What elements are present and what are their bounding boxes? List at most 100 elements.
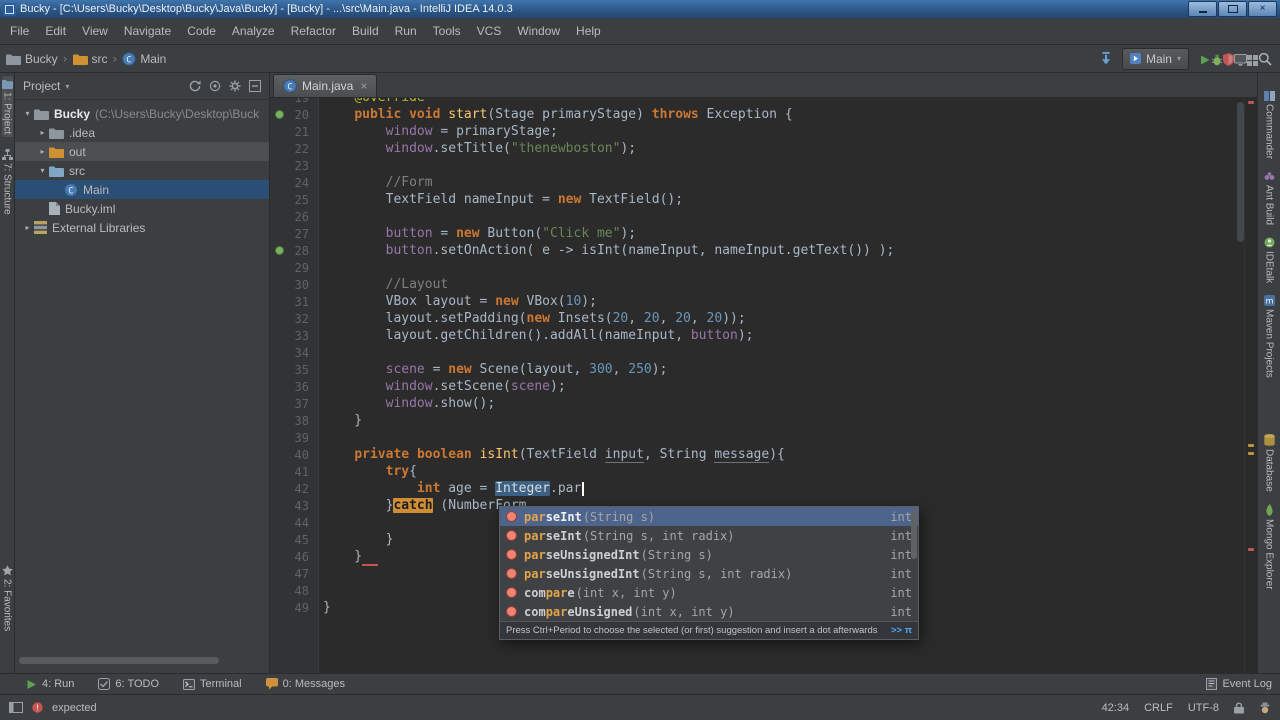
menu-item-run[interactable]: Run <box>387 20 425 42</box>
tool-button-0-messages[interactable]: 0: Messages <box>265 678 345 690</box>
completion-item-parseunsignedint[interactable]: parseUnsignedInt (String s, int radix) int <box>500 564 918 583</box>
tool-button-event-log[interactable]: Event Log <box>1206 678 1272 690</box>
menu-item-navigate[interactable]: Navigate <box>116 20 179 42</box>
gutter-marker-icon[interactable] <box>275 246 284 255</box>
menu-item-edit[interactable]: Edit <box>37 20 74 42</box>
tree-expanded-arrow-icon[interactable]: ▾ <box>21 109 34 118</box>
minimize-button[interactable] <box>1188 1 1217 17</box>
toolbar-button-debug-bug[interactable] <box>1211 54 1223 66</box>
tree-item-external-libraries[interactable]: ▸ External Libraries <box>15 218 269 237</box>
completion-item-parseunsignedint[interactable]: parseUnsignedInt (String s) int <box>500 545 918 564</box>
code-text: } <box>323 413 363 428</box>
editor-tab-bar: C Main.java × <box>270 73 1257 98</box>
menu-item-view[interactable]: View <box>74 20 116 42</box>
project-panel-title[interactable]: Project ▾ <box>23 79 69 93</box>
tree-item-idea[interactable]: ▸ .idea <box>15 123 269 142</box>
run-play-icon <box>1199 54 1211 66</box>
editor-tab-main-java[interactable]: C Main.java × <box>273 74 378 97</box>
line-ending-indicator[interactable]: CRLF <box>1144 702 1173 714</box>
menu-item-analyze[interactable]: Analyze <box>224 20 283 42</box>
tree-expanded-arrow-icon[interactable]: ▾ <box>36 166 49 175</box>
error-stripe[interactable] <box>1244 98 1257 673</box>
menu-item-vcs[interactable]: VCS <box>469 20 510 42</box>
gutter-marker-icon[interactable] <box>275 110 284 119</box>
line-number: 45 <box>294 532 309 547</box>
tree-item-bucky-iml[interactable]: Bucky.iml <box>15 199 269 218</box>
tool-button-mongo-explorer[interactable]: Mongo Explorer <box>1264 504 1275 590</box>
messages-icon <box>265 678 278 690</box>
menu-item-build[interactable]: Build <box>344 20 387 42</box>
toolbar-button-monitor[interactable] <box>1234 53 1247 66</box>
menu-item-help[interactable]: Help <box>568 20 609 42</box>
tool-button-maven-projects[interactable]: m Maven Projects <box>1263 295 1275 378</box>
project-panel-locate-button[interactable] <box>209 80 221 92</box>
completion-scrollbar[interactable] <box>911 509 917 559</box>
project-panel-refresh-button[interactable] <box>189 80 201 92</box>
toolbar-button-grid[interactable] <box>1247 54 1258 66</box>
code-line-36: 36 window.setScene(scene); <box>270 378 1257 395</box>
completion-item-parseint[interactable]: parseInt (String s) int <box>500 507 918 526</box>
tree-item-out[interactable]: ▸ out <box>15 142 269 161</box>
completion-item-compare[interactable]: compare (int x, int y) int <box>500 583 918 602</box>
close-button[interactable]: × <box>1248 1 1277 17</box>
tool-button-4-run[interactable]: 4: Run <box>26 678 74 690</box>
tree-item-bucky[interactable]: ▾ Bucky (C:\Users\Bucky\Desktop\Buck <box>15 104 269 123</box>
toolbar-button-search[interactable] <box>1258 52 1272 66</box>
toolbar-button-coverage[interactable] <box>1223 52 1234 66</box>
breadcrumb-item-main[interactable]: C Main <box>122 52 166 66</box>
tool-button-2-favorites[interactable]: 2: Favorites <box>2 565 13 631</box>
completion-return-type: int <box>890 604 912 619</box>
tool-button-label: Database <box>1263 449 1275 493</box>
completion-name: compare <box>524 585 575 600</box>
tree-item-main[interactable]: C Main <box>15 180 269 199</box>
editor-scrollbar[interactable] <box>1237 102 1244 242</box>
inspections-profile-icon[interactable] <box>1259 702 1271 714</box>
line-number: 24 <box>294 175 309 190</box>
tool-button-ant-build[interactable]: Ant Build <box>1264 171 1275 225</box>
completion-match: par <box>545 604 568 619</box>
gutter-line-46: 46 <box>270 550 318 564</box>
encoding-indicator[interactable]: UTF-8 <box>1188 702 1219 714</box>
project-panel-collapse-button[interactable] <box>249 80 261 92</box>
caret-position[interactable]: 42:34 <box>1102 702 1130 714</box>
folder-src-icon <box>49 165 64 177</box>
tree-collapsed-arrow-icon[interactable]: ▸ <box>36 128 49 137</box>
menu-item-code[interactable]: Code <box>179 20 224 42</box>
tool-button-7-structure[interactable]: 7: Structure <box>1 149 13 215</box>
tool-button-database[interactable]: Database <box>1264 434 1275 492</box>
gutter-line-27: 27 <box>270 227 318 241</box>
line-number: 31 <box>294 294 309 309</box>
completion-item-parseint[interactable]: parseInt (String s, int radix) int <box>500 526 918 545</box>
toolwindow-toggle-icon[interactable] <box>9 702 23 713</box>
project-horizontal-scrollbar[interactable] <box>19 657 219 664</box>
close-tab-icon[interactable]: × <box>360 79 367 93</box>
completion-popup: parseInt (String s) int parseInt (String s, … <box>499 506 919 640</box>
toolbar-button-vcs-update[interactable] <box>1100 52 1112 65</box>
gutter-line-31: 31 <box>270 295 318 309</box>
completion-hint-link[interactable]: >> π <box>885 625 912 636</box>
tool-button-idetalk[interactable]: IDEtalk <box>1264 237 1275 283</box>
breadcrumb-item-bucky[interactable]: Bucky <box>6 52 58 66</box>
tree-item-src[interactable]: ▾ src <box>15 161 269 180</box>
completion-item-compareunsigned[interactable]: compareUnsigned (int x, int y) int <box>500 602 918 621</box>
warning-mark[interactable] <box>1248 452 1254 455</box>
editor[interactable]: 19 @Override20 public void start(Stage p… <box>270 98 1257 673</box>
breadcrumb-item-src[interactable]: src <box>72 52 108 66</box>
tool-button-1-project[interactable]: 1: Project <box>1 76 13 138</box>
tree-collapsed-arrow-icon[interactable]: ▸ <box>36 147 49 156</box>
tree-collapsed-arrow-icon[interactable]: ▸ <box>21 223 34 232</box>
menu-item-tools[interactable]: Tools <box>425 20 469 42</box>
toolbar-button-run-play[interactable] <box>1199 54 1211 66</box>
tool-button-terminal[interactable]: Terminal <box>183 678 242 690</box>
menu-item-window[interactable]: Window <box>509 20 568 42</box>
menu-item-file[interactable]: File <box>2 20 37 42</box>
tool-button-commander[interactable]: Commander <box>1263 91 1275 159</box>
menu-item-refactor[interactable]: Refactor <box>283 20 344 42</box>
lock-icon[interactable] <box>1234 702 1244 714</box>
tool-button-6-todo[interactable]: 6: TODO <box>98 678 159 690</box>
error-mark[interactable] <box>1248 548 1254 551</box>
maximize-button[interactable] <box>1218 1 1247 17</box>
run-configuration-select[interactable]: Main ▾ <box>1121 47 1189 70</box>
project-panel-gear-button[interactable] <box>229 80 241 92</box>
warning-mark[interactable] <box>1248 444 1254 447</box>
